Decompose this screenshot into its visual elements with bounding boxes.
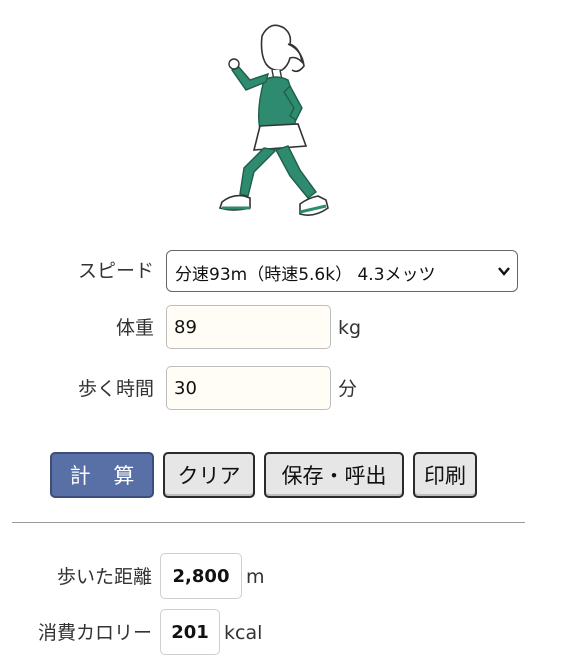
chevron-down-icon <box>498 267 510 276</box>
weight-input-value: 89 <box>174 317 197 338</box>
speed-select[interactable]: 分速93m（時速5.6k） 4.3メッツ <box>166 250 518 292</box>
distance-unit: m <box>246 566 265 588</box>
save-load-button[interactable]: 保存・呼出 <box>264 452 404 498</box>
walking-woman-illustration <box>192 14 342 224</box>
print-button[interactable]: 印刷 <box>413 452 477 498</box>
calories-output: 201 <box>160 609 220 655</box>
clear-button[interactable]: クリア <box>163 452 255 498</box>
calories-label: 消費カロリー <box>37 622 152 644</box>
time-input[interactable]: 30 <box>166 366 331 410</box>
time-unit: 分 <box>338 378 358 400</box>
distance-label: 歩いた距離 <box>56 566 152 588</box>
time-input-value: 30 <box>174 378 197 399</box>
divider <box>12 522 525 523</box>
distance-output: 2,800 <box>160 553 242 599</box>
weight-input[interactable]: 89 <box>166 305 331 349</box>
speed-label: スピード <box>77 260 154 282</box>
weight-label: 体重 <box>115 317 154 339</box>
weight-unit: kg <box>338 317 362 339</box>
speed-select-value: 分速93m（時速5.6k） 4.3メッツ <box>175 265 436 285</box>
calculate-button[interactable]: 計 算 <box>50 452 154 498</box>
time-label: 歩く時間 <box>77 378 154 400</box>
calories-unit: kcal <box>224 622 263 644</box>
